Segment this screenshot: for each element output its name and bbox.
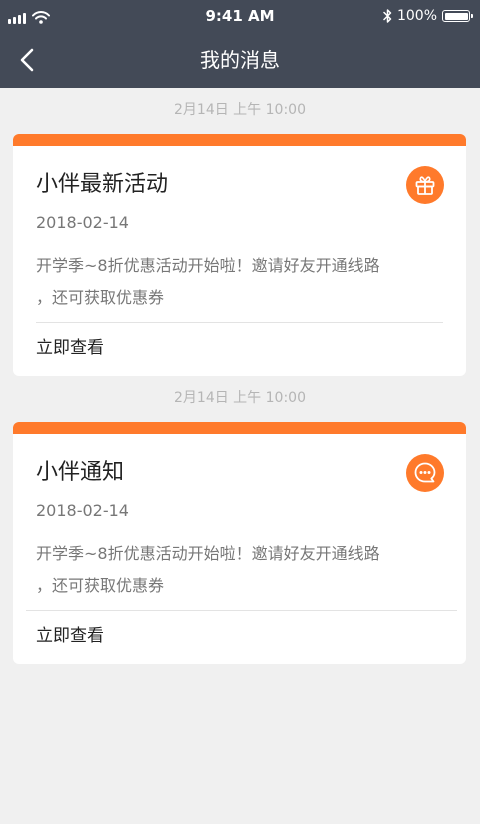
card-divider <box>26 610 457 611</box>
battery-icon <box>442 10 473 22</box>
card-date: 2018-02-14 <box>36 501 129 520</box>
message-card-activity[interactable]: 小伴最新活动 2018-02-14 开学季~8折优惠活动开始啦！邀请好友开通线路… <box>13 134 466 376</box>
app-header: 9:41 AM 100% 我的消息 <box>0 0 480 88</box>
page-title: 我的消息 <box>200 48 280 72</box>
battery-percent: 100% <box>396 8 437 24</box>
card-title: 小伴最新活动 <box>36 172 169 197</box>
battery-fill <box>444 12 468 20</box>
status-right: 100% <box>383 7 473 25</box>
card-date: 2018-02-14 <box>36 213 129 232</box>
message-card-notice[interactable]: 小伴通知 2018-02-14 开学季~8折优惠活动开始啦！邀请好友开通线路 ，… <box>13 422 466 664</box>
nav-bar: 我的消息 <box>0 32 480 88</box>
chat-bubble-icon <box>406 454 444 492</box>
card-title: 小伴通知 <box>36 460 125 485</box>
card-accent-bar <box>13 422 466 434</box>
gift-icon <box>406 166 444 204</box>
message-timestamp: 2月14日 上午 10:00 <box>174 102 306 118</box>
view-now-link[interactable]: 立即查看 <box>36 336 104 360</box>
bluetooth-icon <box>383 9 392 23</box>
card-body: 开学季~8折优惠活动开始啦！邀请好友开通线路 ，还可获取优惠券 <box>36 538 436 602</box>
card-body-line: 开学季~8折优惠活动开始啦！邀请好友开通线路 <box>36 256 380 275</box>
card-body: 开学季~8折优惠活动开始啦！邀请好友开通线路 ，还可获取优惠券 <box>36 250 436 314</box>
message-timestamp: 2月14日 上午 10:00 <box>174 390 306 406</box>
card-divider <box>36 322 443 323</box>
view-now-link[interactable]: 立即查看 <box>36 624 104 648</box>
card-body-line: ，还可获取优惠券 <box>36 288 165 307</box>
status-bar: 9:41 AM 100% <box>0 0 480 32</box>
card-body-line: 开学季~8折优惠活动开始啦！邀请好友开通线路 <box>36 544 380 563</box>
card-body-line: ，还可获取优惠券 <box>36 576 165 595</box>
card-accent-bar <box>13 134 466 146</box>
